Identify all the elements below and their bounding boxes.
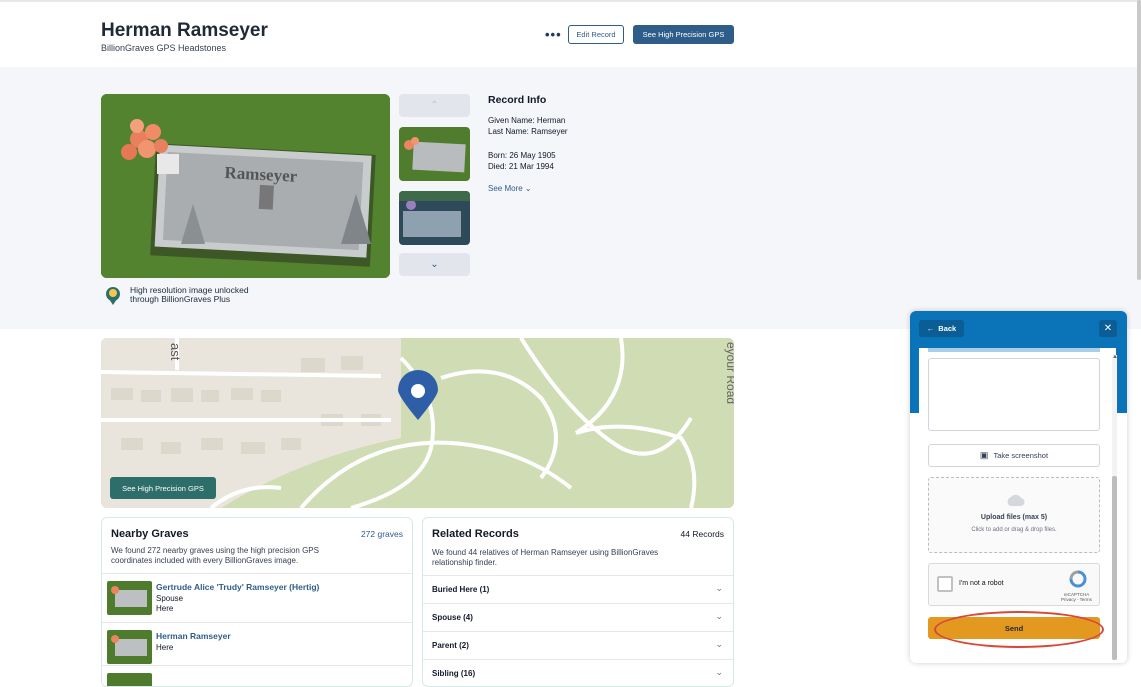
- file-upload-dropzone[interactable]: Upload files (max 5) Click to add or dra…: [928, 477, 1100, 553]
- scroll-up-arrow-icon[interactable]: ▲: [1112, 354, 1118, 360]
- cloud-upload-icon: [1007, 494, 1025, 507]
- nearby-graves-count[interactable]: 272 graves: [361, 529, 403, 539]
- grave-thumbnail: [107, 581, 152, 615]
- desc-line: We found 272 nearby graves using the hig…: [111, 546, 319, 555]
- desc-line: relationship finder.: [432, 558, 497, 567]
- widget-close-button[interactable]: ✕: [1099, 320, 1117, 337]
- chevron-up-icon: ⌃: [430, 100, 439, 111]
- widget-back-button[interactable]: ← Back: [919, 320, 964, 337]
- nearby-graves-title: Nearby Graves: [111, 528, 189, 540]
- relation-group-label: Parent (2): [432, 641, 469, 650]
- nearby-grave-row[interactable]: [102, 665, 412, 686]
- high-precision-gps-button[interactable]: See High Precision GPS: [633, 25, 734, 44]
- record-info-heading: Record Info: [488, 94, 547, 106]
- headstone-photo[interactable]: Ramseyer: [101, 94, 390, 278]
- take-screenshot-button[interactable]: ▣ Take screenshot: [928, 444, 1100, 467]
- recaptcha-logo-icon: [1069, 570, 1087, 588]
- page-scrollbar[interactable]: [1137, 0, 1141, 280]
- nearby-grave-row[interactable]: Gertrude Alice 'Trudy' Ramseyer (Hertig)…: [102, 573, 412, 623]
- page-title: Herman Ramseyer: [101, 20, 268, 41]
- send-highlight-annotation: [934, 611, 1104, 648]
- upload-title: Upload files (max 5): [980, 514, 1048, 521]
- page-subtitle: BillionGraves GPS Headstones: [101, 43, 227, 53]
- relation-group-row[interactable]: Sibling (16) ⌄: [423, 659, 733, 686]
- see-more-label: See More: [488, 184, 523, 193]
- desc-line: coordinates included with every BillionG…: [111, 556, 299, 565]
- relation-group-label: Spouse (4): [432, 613, 473, 622]
- desc-line: We found 44 relatives of Herman Ramseyer…: [432, 548, 659, 557]
- died-date: Died: 21 Mar 1994: [488, 162, 554, 171]
- recaptcha-brand: reCAPTCHA Privacy - Terms: [1061, 592, 1092, 602]
- last-name: Last Name: Ramseyer: [488, 127, 568, 136]
- related-records-title: Related Records: [432, 528, 519, 540]
- nearby-graves-panel: Nearby Graves 272 graves We found 272 ne…: [101, 517, 413, 687]
- chevron-down-icon: ⌄: [430, 259, 439, 270]
- grave-thumbnail: [107, 630, 152, 664]
- take-screenshot-label: Take screenshot: [993, 451, 1049, 460]
- relation-group-row[interactable]: Spouse (4) ⌄: [423, 603, 733, 631]
- relation-group-label: Buried Here (1): [432, 585, 490, 594]
- more-options-button[interactable]: •••: [545, 27, 562, 42]
- headstone-thumbnail[interactable]: [399, 191, 470, 245]
- thumbnail-scroll-up-button[interactable]: ⌃: [399, 94, 470, 117]
- headstone-thumbnail[interactable]: [399, 127, 470, 181]
- back-label: Back: [938, 324, 957, 333]
- location-pin-icon: [106, 287, 120, 305]
- chevron-down-icon: ⌄: [524, 184, 532, 193]
- grave-name-link[interactable]: Gertrude Alice 'Trudy' Ramseyer (Hertig): [156, 582, 319, 592]
- grave-relation: Spouse: [156, 594, 184, 603]
- feedback-textarea[interactable]: [928, 358, 1100, 431]
- grave-thumbnail: [107, 673, 152, 686]
- born-date: Born: 26 May 1905: [488, 151, 556, 160]
- thumbnail-scroll-down-button[interactable]: ⌄: [399, 253, 470, 276]
- chevron-down-icon: ⌄: [715, 667, 723, 677]
- see-more-link[interactable]: See More ⌄: [488, 184, 568, 193]
- unlock-line-2: through BillionGraves Plus: [130, 294, 231, 304]
- related-records-description: We found 44 relatives of Herman Ramseyer…: [432, 548, 658, 568]
- image-icon: ▣: [979, 450, 989, 460]
- related-records-count: 44 Records: [680, 529, 724, 539]
- relation-group-label: Sibling (16): [432, 669, 476, 678]
- arrow-left-icon: ←: [926, 324, 935, 333]
- relation-group-row[interactable]: Buried Here (1) ⌄: [423, 575, 733, 603]
- map-gps-button[interactable]: See High Precision GPS: [110, 477, 216, 499]
- grave-name-link[interactable]: Herman Ramseyer: [156, 631, 231, 641]
- chevron-down-icon: ⌄: [715, 639, 723, 649]
- grave-location: Here: [156, 643, 174, 652]
- nearby-graves-description: We found 272 nearby graves using the hig…: [111, 546, 319, 566]
- related-records-panel: Related Records 44 Records We found 44 r…: [422, 517, 734, 687]
- plus-unlock-notice: High resolution image unlocked through B…: [104, 286, 249, 306]
- grave-location: Here: [156, 604, 174, 613]
- recaptcha-links[interactable]: Privacy - Terms: [1061, 597, 1092, 602]
- relation-group-row[interactable]: Parent (2) ⌄: [423, 631, 733, 659]
- recaptcha-label: I'm not a robot: [959, 580, 1004, 587]
- widget-scrollbar-thumb[interactable]: [1112, 476, 1117, 660]
- road-label: ast: [168, 343, 183, 361]
- recaptcha: I'm not a robot reCAPTCHA Privacy - Term…: [928, 563, 1100, 606]
- road-label: eyour Road: [724, 342, 734, 404]
- upload-hint: Click to add or drag & drop files.: [971, 527, 1057, 533]
- chevron-down-icon: ⌄: [715, 583, 723, 593]
- form-top-edge: [928, 348, 1100, 352]
- recaptcha-checkbox[interactable]: [937, 576, 953, 592]
- chevron-down-icon: ⌄: [715, 611, 723, 621]
- svg-text:Ramseyer: Ramseyer: [224, 163, 298, 186]
- record-info: Record Info Given Name: Herman Last Name…: [488, 94, 568, 193]
- edit-record-button[interactable]: Edit Record: [568, 25, 624, 44]
- given-name: Given Name: Herman: [488, 116, 566, 125]
